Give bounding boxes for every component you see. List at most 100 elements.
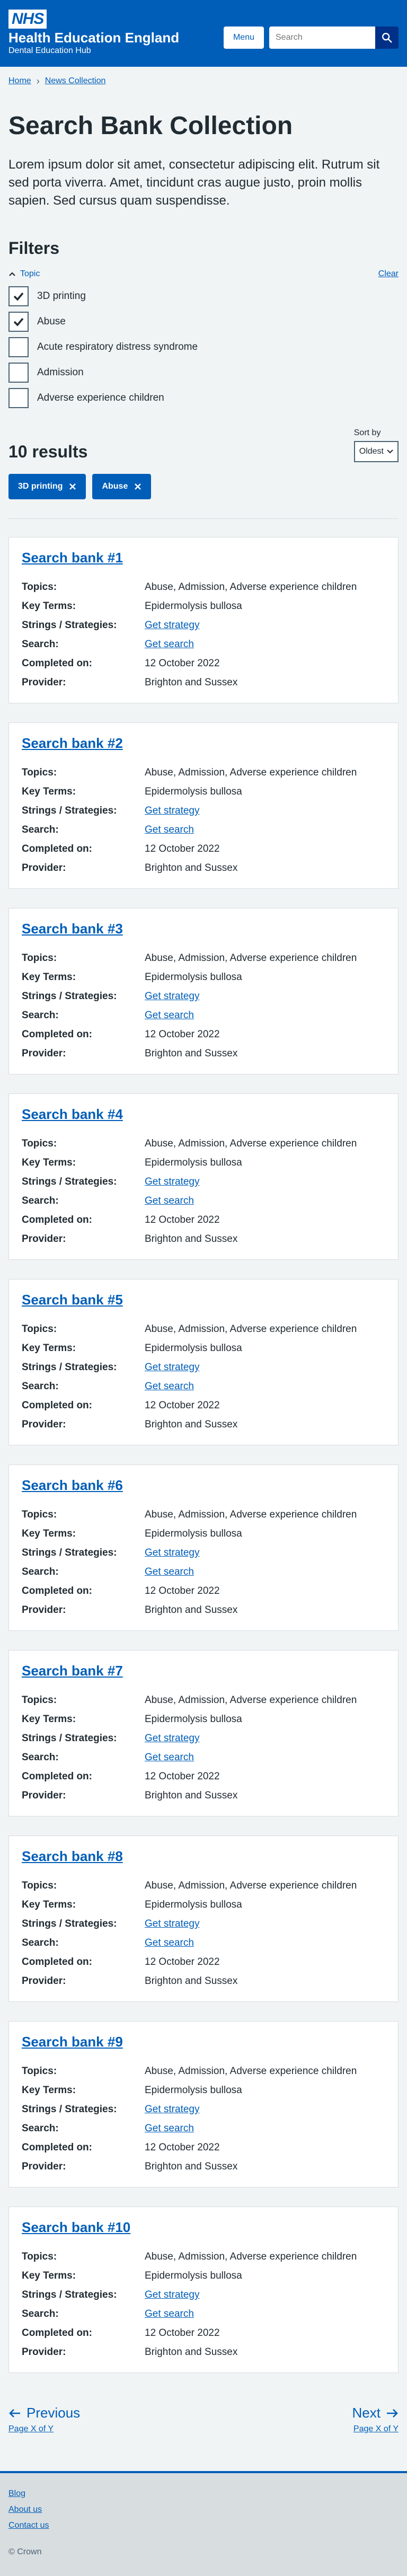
strategy-link[interactable]: Get strategy: [145, 1547, 200, 1558]
card-title-link[interactable]: Search bank #5: [22, 1292, 123, 1308]
footer-link-contact-us[interactable]: Contact us: [8, 2520, 399, 2531]
search-link[interactable]: Get search: [145, 2123, 194, 2134]
detail-value: Get strategy: [145, 804, 385, 818]
divider: [8, 518, 399, 519]
detail-value-topics: Abuse, Admission, Adverse experience chi…: [145, 1138, 357, 1149]
checkbox[interactable]: [8, 312, 29, 332]
checkbox[interactable]: [8, 337, 29, 357]
detail-value: Get search: [145, 637, 385, 652]
next-page-info: Page X of Y: [353, 2424, 399, 2433]
search-button[interactable]: [375, 27, 399, 49]
topic-toggle[interactable]: Topic: [8, 269, 40, 279]
strategy-link[interactable]: Get strategy: [145, 991, 200, 1002]
filter-tag-3d-printing[interactable]: 3D printing: [8, 474, 86, 499]
filters-title: Filters: [8, 239, 60, 258]
card-title-link[interactable]: Search bank #6: [22, 1477, 123, 1493]
results-count: 10 results: [8, 442, 88, 461]
close-icon[interactable]: [69, 483, 76, 490]
filter-option-adverse-experience-children[interactable]: Adverse experience children: [8, 388, 399, 408]
filter-tag-abuse[interactable]: Abuse: [92, 474, 152, 499]
sort-select[interactable]: Oldest: [353, 441, 399, 462]
detail-label-key-terms: Key Terms:: [22, 2085, 76, 2096]
strategy-link[interactable]: Get strategy: [145, 1733, 200, 1744]
detail-value-completed: 12 October 2022: [145, 658, 220, 669]
detail-value-key-terms: Epidermolysis bullosa: [145, 601, 242, 612]
checkbox[interactable]: [8, 388, 29, 408]
detail-value: Get strategy: [145, 1175, 385, 1189]
option-label: Admission: [37, 367, 84, 378]
checkbox[interactable]: [8, 363, 29, 383]
card-title-link[interactable]: Search bank #7: [22, 1663, 123, 1679]
detail-value-completed: 12 October 2022: [145, 1585, 220, 1596]
search-link[interactable]: Get search: [145, 639, 194, 650]
menu-button[interactable]: Menu: [223, 27, 264, 49]
card-title-link[interactable]: Search bank #2: [22, 735, 123, 751]
strategy-link[interactable]: Get strategy: [145, 2104, 200, 2115]
copyright: © Crown: [8, 2547, 42, 2556]
search-link[interactable]: Get search: [145, 824, 194, 835]
search-link[interactable]: Get search: [145, 1010, 194, 1021]
detail-value-provider: Brighton and Sussex: [145, 2346, 238, 2358]
strategy-link[interactable]: Get strategy: [145, 2289, 200, 2300]
card-title-link[interactable]: Search bank #1: [22, 550, 123, 566]
sort-value: Oldest: [359, 447, 384, 456]
strategy-link[interactable]: Get strategy: [145, 1918, 200, 1929]
option-label: Acute respiratory distress syndrome: [37, 341, 198, 352]
card-title-link[interactable]: Search bank #10: [22, 2219, 130, 2235]
search-input[interactable]: [269, 27, 375, 49]
detail-value: Get search: [145, 1936, 385, 1951]
detail-value: Get search: [145, 2121, 385, 2136]
detail-label-topics: Topics:: [22, 2251, 57, 2262]
detail-label-search: Search:: [22, 1010, 59, 1021]
card-details: Topics: Abuse, Admission, Adverse experie…: [22, 1136, 385, 1247]
search-form: [269, 27, 399, 49]
footer-link-about-us[interactable]: About us: [8, 2504, 399, 2516]
search-link[interactable]: Get search: [145, 1381, 194, 1392]
strategy-link[interactable]: Get strategy: [145, 620, 200, 631]
detail-label-search: Search:: [22, 1381, 59, 1392]
search-link[interactable]: Get search: [145, 1566, 194, 1577]
previous-label: Previous: [26, 2405, 81, 2421]
search-link[interactable]: Get search: [145, 2308, 194, 2319]
card-title-link[interactable]: Search bank #8: [22, 1848, 123, 1864]
pagination-next[interactable]: Next Page X of Y: [352, 2405, 399, 2434]
card-title-link[interactable]: Search bank #9: [22, 2034, 123, 2050]
filter-option-ards[interactable]: Acute respiratory distress syndrome: [8, 337, 399, 357]
detail-label-provider: Provider:: [22, 677, 66, 688]
card-title-link[interactable]: Search bank #3: [22, 921, 123, 937]
filter-option-3d-printing[interactable]: 3D printing: [8, 286, 399, 306]
card-title-link[interactable]: Search bank #4: [22, 1106, 123, 1122]
card-details: Topics: Abuse, Admission, Adverse experie…: [22, 765, 385, 876]
detail-value-key-terms: Epidermolysis bullosa: [145, 786, 242, 797]
nhs-logo[interactable]: NHS: [8, 10, 47, 29]
filter-option-abuse[interactable]: Abuse: [8, 312, 399, 332]
detail-label-search: Search:: [22, 639, 59, 650]
next-label: Next: [352, 2405, 381, 2421]
detail-value-topics: Abuse, Admission, Adverse experience chi…: [145, 1880, 357, 1891]
detail-value-provider: Brighton and Sussex: [145, 2161, 238, 2172]
detail-label-completed: Completed on:: [22, 843, 92, 854]
detail-value-completed: 12 October 2022: [145, 1214, 220, 1225]
search-link[interactable]: Get search: [145, 1937, 194, 1948]
clear-filters-link[interactable]: Clear: [378, 269, 399, 279]
breadcrumb-home[interactable]: Home: [8, 76, 31, 86]
filter-option-admission[interactable]: Admission: [8, 363, 399, 383]
detail-label-strategies: Strings / Strategies:: [22, 1362, 117, 1373]
next-title: Next: [352, 2405, 399, 2421]
breadcrumb-news-collection[interactable]: News Collection: [45, 76, 106, 86]
search-link[interactable]: Get search: [145, 1195, 194, 1206]
search-link[interactable]: Get search: [145, 1752, 194, 1763]
detail-label-search: Search:: [22, 824, 59, 835]
strategy-link[interactable]: Get strategy: [145, 1362, 200, 1373]
close-icon[interactable]: [134, 483, 141, 490]
strategy-link[interactable]: Get strategy: [145, 805, 200, 816]
detail-label-key-terms: Key Terms:: [22, 1714, 76, 1725]
detail-label-provider: Provider:: [22, 1048, 66, 1059]
checkbox[interactable]: [8, 286, 29, 306]
search-bank-card: Search bank #7 Topics: Abuse, Admission, A…: [8, 1650, 399, 1816]
footer-link-blog[interactable]: Blog: [8, 2488, 399, 2500]
arrow-right-icon: [387, 2409, 398, 2418]
pagination-previous[interactable]: Previous Page X of Y: [8, 2405, 80, 2434]
strategy-link[interactable]: Get strategy: [145, 1176, 200, 1187]
search-bank-card: Search bank #5 Topics: Abuse, Admission, A…: [8, 1279, 399, 1445]
